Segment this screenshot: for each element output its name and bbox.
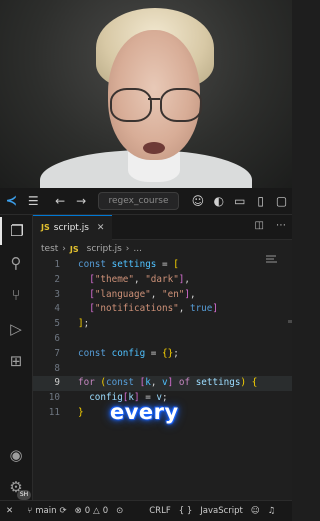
chevron-right-icon: › [62, 244, 66, 254]
caption-subtitle: every [110, 400, 179, 424]
js-file-icon: JS [69, 244, 79, 254]
ports-icon[interactable]: ⊙ [116, 506, 123, 516]
branch-icon: ⑂ [27, 506, 33, 516]
scrollbar-thumb[interactable] [288, 320, 292, 323]
source-control-icon[interactable]: ⑂ [0, 281, 32, 309]
code-line: 7 const config = {}; [33, 347, 292, 362]
copilot-status-icon[interactable]: ☺ [251, 506, 260, 516]
code-line: 3 ["language", "en"], [33, 288, 292, 303]
breadcrumb-more[interactable]: ... [133, 244, 142, 254]
chevron-right-icon: › [125, 244, 130, 254]
more-layout-icon[interactable]: ▢ [271, 194, 292, 208]
brackets-status[interactable]: { } [179, 506, 193, 516]
glasses-left [110, 88, 152, 122]
warning-count: 0 [102, 506, 109, 516]
extensions-icon[interactable]: ⊞ [0, 347, 32, 375]
close-icon[interactable]: ✕ [97, 223, 105, 233]
problems-status[interactable]: ⊗ 0 △ 0 [75, 506, 109, 516]
js-file-icon: JS [41, 223, 50, 232]
line-number: 2 [54, 273, 60, 285]
line-number: 1 [54, 259, 60, 270]
code-line: 5]; [33, 317, 292, 332]
branch-status[interactable]: ⑂ main ⟳ [27, 506, 66, 516]
breadcrumb-folder[interactable]: test [41, 244, 58, 254]
line-number: 4 [54, 303, 60, 315]
tab-script-js[interactable]: JS script.js ✕ [33, 214, 113, 240]
explorer-icon[interactable]: ❐ [0, 217, 32, 245]
line-number: 11 [48, 406, 60, 418]
line-ending-status[interactable]: CRLF [149, 506, 170, 516]
code-line: 1 const settings = [ [33, 258, 292, 273]
code-editor[interactable]: 1 const settings = [ 2 ["theme", "dark"],… [33, 258, 292, 421]
line-number: 8 [54, 362, 60, 374]
remote-icon[interactable]: ✕ [6, 506, 13, 516]
line-number: 3 [54, 288, 60, 300]
split-editor-icon[interactable]: ◫ [255, 220, 264, 231]
error-icon: ⊗ [74, 506, 82, 516]
line-number: 9 [54, 377, 60, 389]
more-actions-icon[interactable]: ⋯ [276, 220, 286, 231]
back-arrow-icon[interactable]: ← [50, 194, 71, 208]
notifications-icon[interactable]: ♫ [268, 506, 276, 516]
status-bar: ✕ ⑂ main ⟳ ⊗ 0 △ 0 ⊙ CRLF { } JavaScript… [0, 500, 292, 521]
person-mouth [143, 142, 165, 154]
error-count: 0 [84, 506, 91, 516]
breadcrumb: test › JS script.js › ... [33, 240, 292, 258]
minimap[interactable] [266, 255, 278, 267]
line-number: 7 [54, 347, 60, 359]
tab-label: script.js [53, 222, 89, 233]
vscode-logo-icon: ≺ [5, 193, 18, 209]
editor-area: JS script.js ✕ ◫ ⋯ test › JS script.js ›… [33, 214, 292, 500]
copilot-icon[interactable]: ☺ [187, 194, 208, 208]
language-status[interactable]: JavaScript [200, 506, 243, 516]
account-icon[interactable]: ◉ [0, 441, 32, 469]
glasses-bridge [148, 98, 160, 100]
command-center-search[interactable]: regex_course [97, 192, 180, 210]
run-debug-icon[interactable]: ▷ [0, 315, 32, 343]
breadcrumb-file[interactable]: script.js [87, 244, 122, 254]
branch-name: main [35, 506, 57, 516]
webcam-overlay [0, 0, 292, 188]
menu-icon[interactable]: ☰ [23, 194, 44, 208]
code-line: 6 [33, 332, 292, 347]
sync-icon: ⟳ [59, 506, 67, 516]
tab-bar: JS script.js ✕ ◫ ⋯ [33, 214, 292, 240]
code-line: 4 ["notifications", true] [33, 302, 292, 317]
warning-icon: △ [93, 506, 100, 516]
line-number: 10 [48, 392, 60, 404]
layout-icon[interactable]: ◐ [208, 194, 229, 208]
workspace-title: regex_course [108, 196, 169, 206]
forward-arrow-icon[interactable]: → [71, 194, 92, 208]
code-line: 8 [33, 362, 292, 377]
activity-bar: ❐ ⚲ ⑂ ▷ ⊞ ◉ ⚙ SH [0, 215, 33, 500]
profile-badge: SH [17, 490, 31, 500]
search-icon[interactable]: ⚲ [0, 249, 32, 277]
sidebar-icon[interactable]: ▯ [250, 194, 271, 208]
title-bar: ≺ ☰ ← → regex_course ☺ ◐ ▭ ▯ ▢ [0, 188, 292, 215]
line-number: 5 [54, 318, 60, 330]
code-line-current: 9 for (const [k, v] of settings) { [33, 376, 292, 392]
panel-icon[interactable]: ▭ [229, 194, 250, 208]
code-line: 2 ["theme", "dark"], [33, 273, 292, 288]
glasses-right [160, 88, 202, 122]
line-number: 6 [54, 332, 60, 344]
